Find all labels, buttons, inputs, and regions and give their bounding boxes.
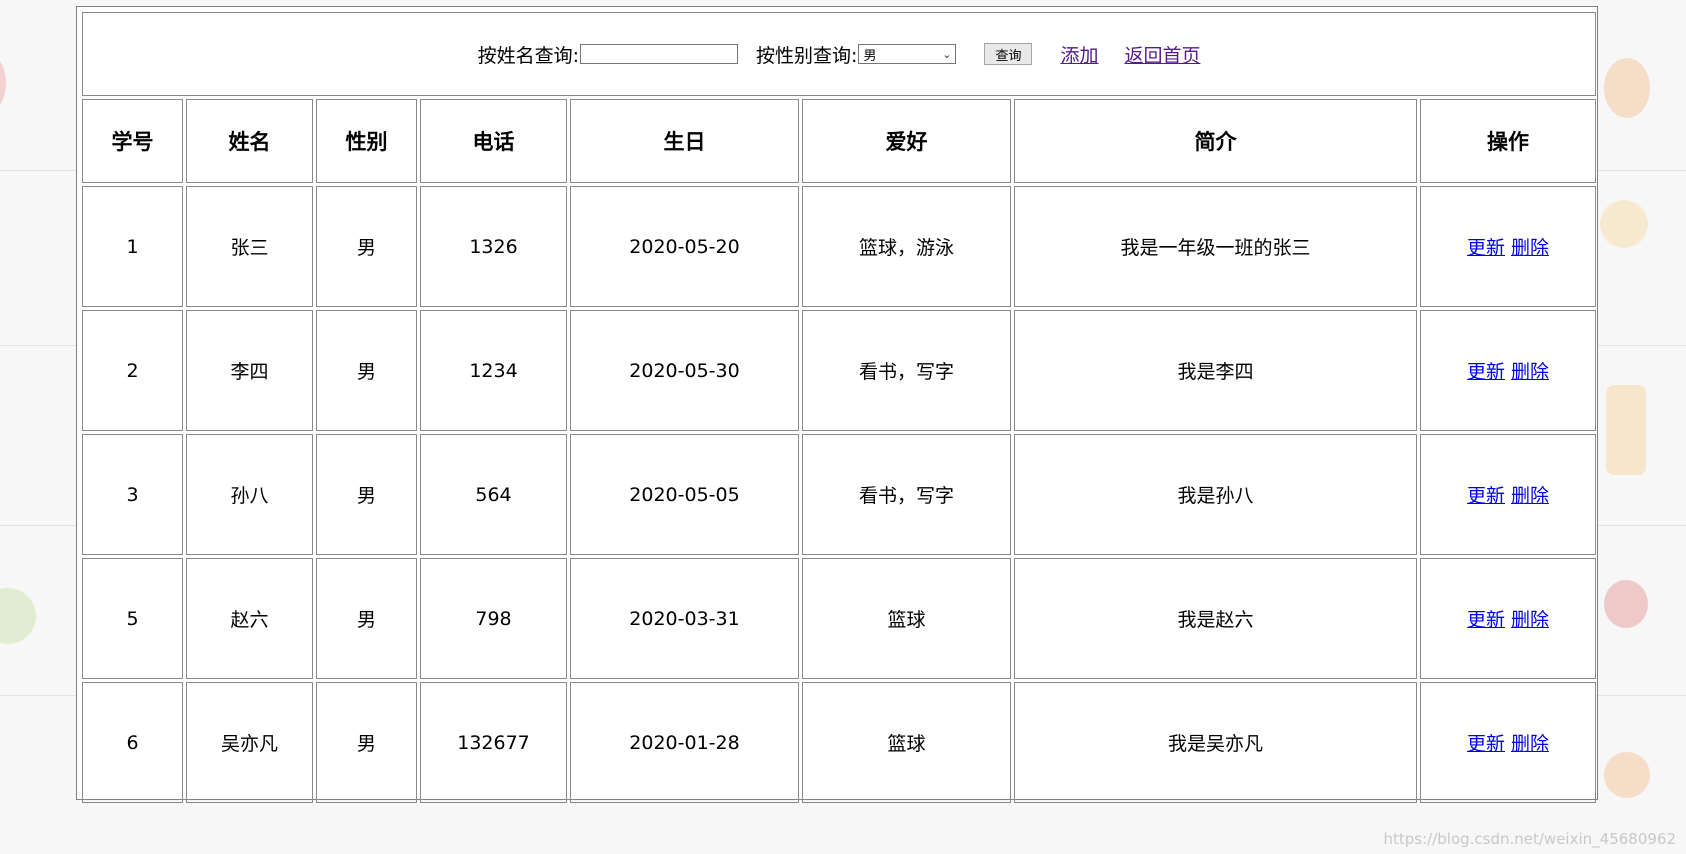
update-link[interactable]: 更新 [1467,609,1505,631]
cell-actions: 更新 删除 [1420,310,1597,431]
add-link[interactable]: 添加 [1060,41,1098,68]
delete-link[interactable]: 删除 [1511,237,1549,259]
table-row: 1 张三 男 1326 2020-05-20 篮球，游泳 我是一年级一班的张三 … [82,186,1597,307]
cell-phone: 132677 [420,682,567,803]
sex-select[interactable]: 男 ⌄ [858,44,957,64]
cell-intro: 我是吴亦凡 [1014,682,1417,803]
cell-birthday: 2020-05-30 [570,310,799,431]
fruit-decoration-icon [0,588,36,644]
chevron-down-icon: ⌄ [942,47,952,61]
header-phone: 电话 [420,99,567,183]
watermark: https://blog.csdn.net/weixin_45680962 [1383,830,1676,848]
cell-hobby: 篮球，游泳 [802,186,1011,307]
cell-id: 2 [82,310,183,431]
query-button[interactable]: 查询 [984,43,1033,65]
cell-birthday: 2020-05-20 [570,186,799,307]
header-intro: 简介 [1014,99,1417,183]
header-name: 姓名 [186,99,313,183]
header-hobby: 爱好 [802,99,1011,183]
fruit-decoration-icon [1604,580,1648,628]
search-cell: 按姓名查询: 按性别查询: 男 ⌄ 查询 添加 返回首页 [82,12,1597,96]
student-table-panel: 按姓名查询: 按性别查询: 男 ⌄ 查询 添加 返回首页 学号 姓名 性别 电话… [76,6,1598,803]
name-search-label: 按姓名查询: [477,44,580,67]
cell-intro: 我是李四 [1014,310,1417,431]
fruit-decoration-icon [0,56,6,110]
cell-hobby: 看书，写字 [802,310,1011,431]
header-actions: 操作 [1420,99,1597,183]
delete-link[interactable]: 删除 [1511,733,1549,755]
cell-id: 6 [82,682,183,803]
cell-phone: 1326 [420,186,567,307]
search-row: 按姓名查询: 按性别查询: 男 ⌄ 查询 添加 返回首页 [82,12,1597,96]
cell-sex: 男 [316,186,417,307]
update-link[interactable]: 更新 [1467,361,1505,383]
cell-id: 1 [82,186,183,307]
home-link[interactable]: 返回首页 [1124,41,1200,68]
cell-intro: 我是一年级一班的张三 [1014,186,1417,307]
table-row: 2 李四 男 1234 2020-05-30 看书，写字 我是李四 更新 删除 [82,310,1597,431]
cell-actions: 更新 删除 [1420,682,1597,803]
table-row: 5 赵六 男 798 2020-03-31 篮球 我是赵六 更新 删除 [82,558,1597,679]
cell-sex: 男 [316,682,417,803]
header-birthday: 生日 [570,99,799,183]
fruit-decoration-icon [1600,200,1648,248]
cell-birthday: 2020-05-05 [570,434,799,555]
name-search-input[interactable] [580,44,739,64]
cell-name: 张三 [186,186,313,307]
fruit-decoration-icon [1604,752,1650,798]
cell-actions: 更新 删除 [1420,558,1597,679]
cell-sex: 男 [316,558,417,679]
cell-name: 吴亦凡 [186,682,313,803]
sex-search-label: 按性别查询: [756,44,858,67]
table-row: 3 孙八 男 564 2020-05-05 看书，写字 我是孙八 更新 删除 [82,434,1597,555]
fruit-decoration-icon [1604,58,1650,118]
cell-name: 赵六 [186,558,313,679]
delete-link[interactable]: 删除 [1511,361,1549,383]
header-sex: 性别 [316,99,417,183]
cell-phone: 564 [420,434,567,555]
table-row: 6 吴亦凡 男 132677 2020-01-28 篮球 我是吴亦凡 更新 删除 [82,682,1597,803]
cell-name: 李四 [186,310,313,431]
cell-sex: 男 [316,310,417,431]
table-header-row: 学号 姓名 性别 电话 生日 爱好 简介 操作 [82,99,1597,183]
cell-name: 孙八 [186,434,313,555]
cell-hobby: 篮球 [802,682,1011,803]
search-bar: 按姓名查询: 按性别查询: 男 ⌄ 查询 添加 返回首页 [83,41,1595,68]
update-link[interactable]: 更新 [1467,733,1505,755]
cell-actions: 更新 删除 [1420,186,1597,307]
update-link[interactable]: 更新 [1467,237,1505,259]
cell-id: 3 [82,434,183,555]
cell-intro: 我是孙八 [1014,434,1417,555]
cell-id: 5 [82,558,183,679]
delete-link[interactable]: 删除 [1511,609,1549,631]
header-id: 学号 [82,99,183,183]
cell-hobby: 篮球 [802,558,1011,679]
cell-birthday: 2020-01-28 [570,682,799,803]
cell-intro: 我是赵六 [1014,558,1417,679]
cell-hobby: 看书，写字 [802,434,1011,555]
fruit-decoration-icon [1606,385,1646,475]
cell-sex: 男 [316,434,417,555]
delete-link[interactable]: 删除 [1511,485,1549,507]
sex-select-value: 男 [863,48,877,64]
update-link[interactable]: 更新 [1467,485,1505,507]
cell-actions: 更新 删除 [1420,434,1597,555]
student-table: 按姓名查询: 按性别查询: 男 ⌄ 查询 添加 返回首页 学号 姓名 性别 电话… [79,9,1599,806]
cell-phone: 1234 [420,310,567,431]
cell-birthday: 2020-03-31 [570,558,799,679]
cell-phone: 798 [420,558,567,679]
